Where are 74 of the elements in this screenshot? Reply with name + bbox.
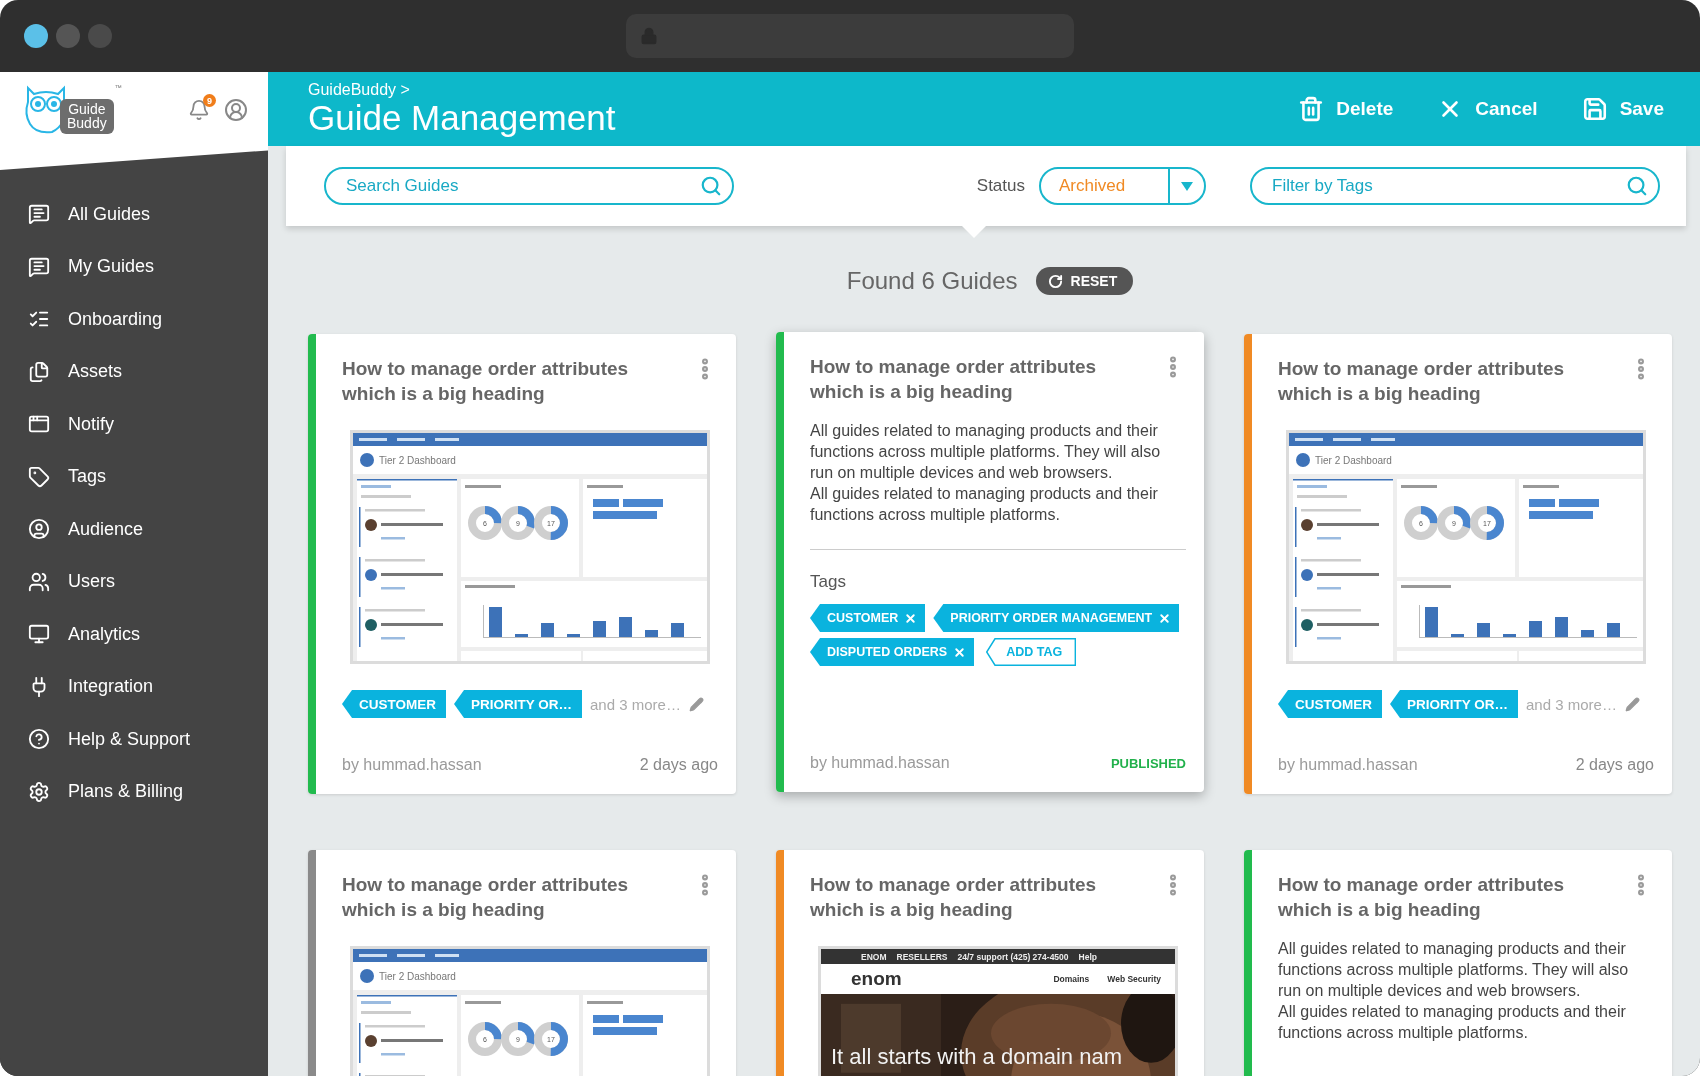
website-nav-link: RESELLERS xyxy=(896,951,948,962)
files-icon xyxy=(28,360,50,383)
guide-description: All guides related to managing products and their functions across multiple platforms. xyxy=(810,484,1159,525)
status-text: PUBLISHED xyxy=(1110,755,1186,771)
page-title: Guide Management xyxy=(308,99,616,137)
website-headline: It all starts with a domain nam xyxy=(831,1044,1122,1070)
dashboard-title: Tier 2 Dashboard xyxy=(379,455,456,466)
website-nav-link: 24/7 support (425) 274-4500 xyxy=(957,951,1069,962)
reset-button[interactable]: RESET xyxy=(1035,267,1134,295)
guide-title: How to manage order attributes which is a big heading xyxy=(1278,357,1566,406)
nav-item[interactable]: Analytics xyxy=(0,608,268,661)
save-icon xyxy=(1581,96,1608,122)
nav-item[interactable]: Help & Support xyxy=(0,713,268,766)
user-icon[interactable] xyxy=(224,98,248,122)
dashboard-title: Tier 2 Dashboard xyxy=(379,971,456,982)
search-icon[interactable] xyxy=(1626,175,1648,197)
website-menu-link: Domains xyxy=(1053,974,1090,984)
nav-item[interactable]: Integration xyxy=(0,660,268,713)
settings-icon xyxy=(28,780,50,803)
remove-icon[interactable] xyxy=(904,611,918,625)
remove-icon[interactable] xyxy=(953,645,967,659)
date-text: 2 days ago xyxy=(639,756,718,774)
bell-icon[interactable] xyxy=(188,99,210,121)
author-text: by hummad.hassan xyxy=(1278,756,1418,774)
website-nav-link: Help xyxy=(1078,951,1097,962)
guide-title: How to manage order attributes which is a big heading xyxy=(810,873,1098,922)
nav-item[interactable]: Tags xyxy=(0,450,268,503)
website-menu-link: Web Security xyxy=(1107,974,1161,984)
refresh-icon xyxy=(1047,273,1063,289)
notification-badge: 9 xyxy=(203,94,216,107)
guide-description: All guides related to managing products and their functions across multiple platforms. They will also run on multiple devices and web browsers. xyxy=(1278,939,1630,1001)
nav-item[interactable]: Assets xyxy=(0,345,268,398)
guide-card[interactable]: How to manage order attributes which is a big heading ENOM RESELLERS 24/7 support (425) 274-4500 Help enom Domains Web Security It all starts with a domain nam xyxy=(776,850,1204,1076)
guide-title: How to manage order attributes which is a big heading xyxy=(1278,873,1566,922)
nav-item[interactable]: Audience xyxy=(0,503,268,556)
guide-description: All guides related to managing products and their functions across multiple platforms. They will also run on multiple devices and web browsers. xyxy=(810,421,1162,483)
results-count: Found 6 Guides xyxy=(846,267,1018,295)
guide-card[interactable] xyxy=(776,332,1204,792)
monitor-icon xyxy=(28,623,50,646)
tags-label: Tags xyxy=(810,572,847,592)
tag-filter-field[interactable]: Filter by Tags xyxy=(1250,167,1660,205)
pencil-icon[interactable] xyxy=(688,696,704,712)
help-icon xyxy=(28,728,50,751)
logo-text: Buddy xyxy=(67,116,107,130)
trash-icon xyxy=(1298,96,1325,122)
website-logo: enom xyxy=(851,968,902,990)
nav-item[interactable]: Notify xyxy=(0,398,268,451)
website-nav-link: ENOM xyxy=(861,951,887,962)
author-text: by hummad.hassan xyxy=(342,756,482,774)
more-tags-text: and 3 more… xyxy=(590,695,681,713)
status-label: Status xyxy=(976,176,1025,196)
dashboard-title: Tier 2 Dashboard xyxy=(1315,455,1392,466)
author-text: by hummad.hassan xyxy=(810,754,950,772)
remove-icon[interactable] xyxy=(1158,611,1172,625)
guide-title: How to manage order attributes which is a big heading xyxy=(342,357,630,406)
date-text: 2 days ago xyxy=(1575,756,1654,774)
pencil-icon[interactable] xyxy=(1624,696,1640,712)
caret-icon xyxy=(1181,181,1193,191)
tag-icon xyxy=(28,465,50,488)
search-field[interactable]: Search Guides xyxy=(324,167,734,205)
nav-item[interactable]: My Guides xyxy=(0,240,268,293)
more-tags-text: and 3 more… xyxy=(1526,695,1617,713)
user-circle-icon xyxy=(28,518,50,541)
nav-item[interactable]: Plans & Billing xyxy=(0,765,268,818)
nav-item[interactable]: All Guides xyxy=(0,188,268,241)
search-icon[interactable] xyxy=(700,175,722,197)
logo-text: Guide xyxy=(67,102,107,116)
guide-title: How to manage order attributes which is a big heading xyxy=(810,355,1098,404)
guide-title: How to manage order attributes which is a big heading xyxy=(342,873,630,922)
users-icon xyxy=(28,570,50,593)
nav-item[interactable]: Users xyxy=(0,555,268,608)
nav-item[interactable]: Onboarding xyxy=(0,293,268,346)
window-control[interactable] xyxy=(24,24,48,48)
guide-description: All guides related to managing products and their functions across multiple platforms. xyxy=(1278,1002,1627,1043)
